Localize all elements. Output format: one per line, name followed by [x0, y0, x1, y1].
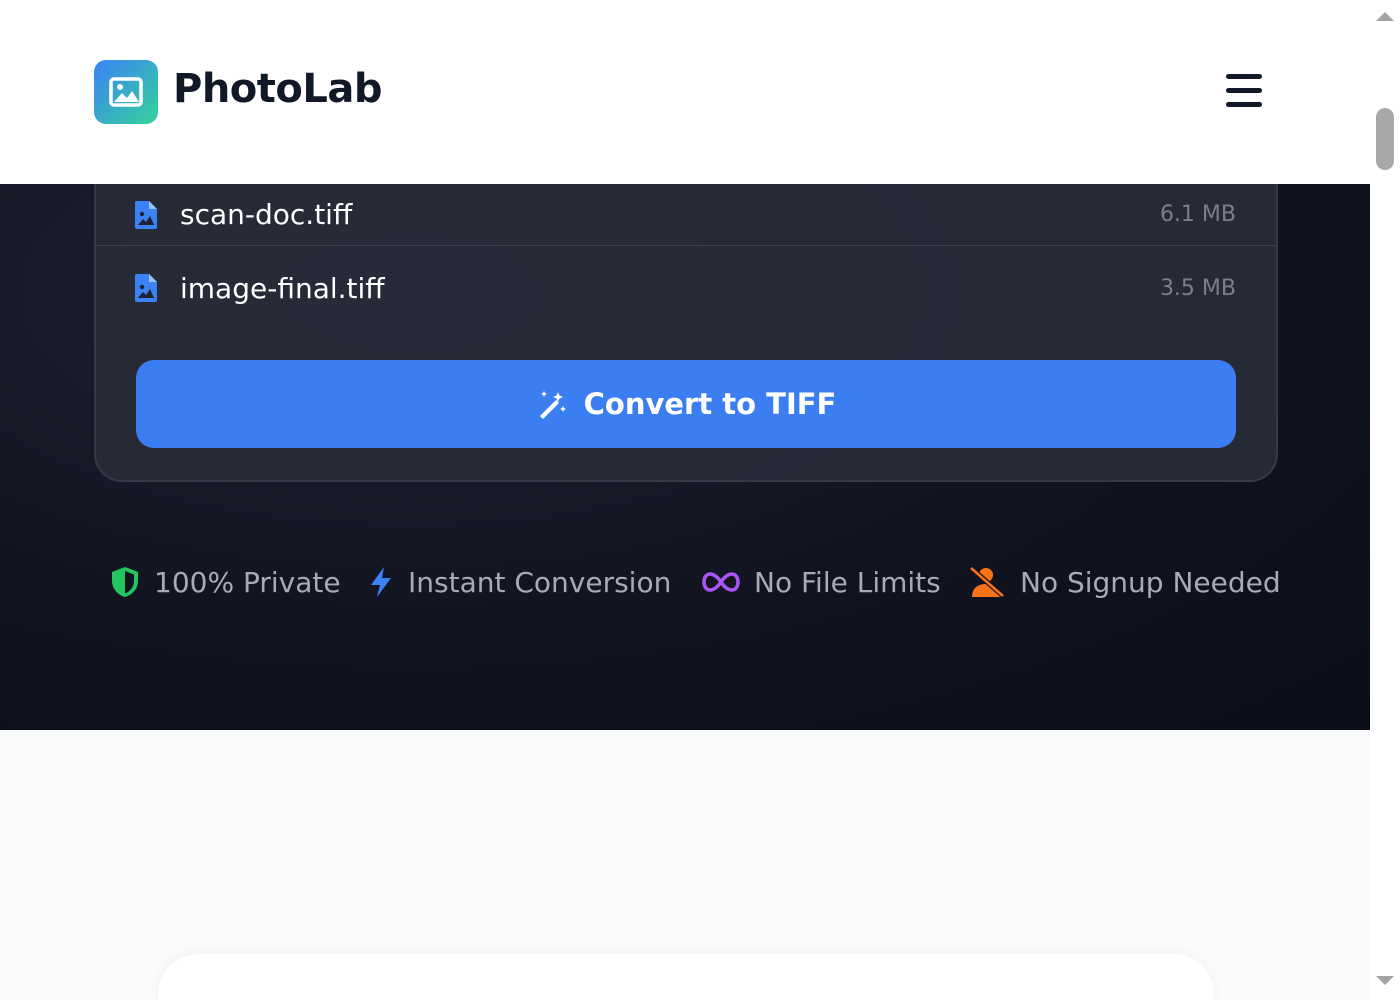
feature-private: 100% Private [110, 562, 341, 602]
file-name: scan-doc.tiff [180, 198, 353, 231]
feature-label: No Signup Needed [1020, 565, 1281, 599]
logo[interactable] [94, 60, 158, 124]
file-list-card: scan-doc.tiff 6.1 MB image-final.tiff 3.… [94, 144, 1278, 482]
hamburger-menu-icon-bar [1226, 88, 1262, 93]
feature-label: 100% Private [154, 565, 341, 599]
file-row[interactable]: scan-doc.tiff 6.1 MB [96, 184, 1276, 246]
scrollbar-thumb[interactable] [1376, 108, 1394, 170]
scroll-up-arrow-icon[interactable] [1376, 12, 1394, 21]
feature-list: 100% Private Instant Conversion No File … [0, 562, 1370, 602]
file-size: 6.1 MB [1159, 202, 1236, 227]
hamburger-menu-icon-bar [1226, 102, 1262, 107]
magic-wand-icon [539, 391, 566, 419]
scroll-down-arrow-icon[interactable] [1376, 976, 1394, 985]
feature-limits: No File Limits [702, 562, 941, 602]
brand-name[interactable]: PhotoLab [173, 66, 383, 112]
image-icon [109, 77, 143, 107]
user-slash-icon [969, 566, 1005, 598]
file-image-icon [135, 200, 157, 229]
feature-signup: No Signup Needed [968, 562, 1281, 602]
lightning-icon [371, 567, 391, 597]
hero-section: scan-doc.tiff 6.1 MB image-final.tiff 3.… [0, 144, 1370, 730]
page: PhotoLab scan-doc.tiff 6.1 MB image-fina… [0, 0, 1400, 1000]
hamburger-menu-button[interactable] [1226, 74, 1262, 108]
hamburger-menu-icon [1226, 74, 1262, 79]
convert-button[interactable]: Convert to TIFF [136, 360, 1236, 448]
feature-label: No File Limits [754, 565, 941, 599]
file-size: 3.5 MB [1159, 275, 1236, 301]
file-row[interactable]: image-final.tiff 3.5 MB [96, 247, 1276, 329]
file-image-icon [135, 274, 157, 302]
feature-label: Instant Conversion [408, 565, 672, 599]
convert-button-label: Convert to TIFF [583, 387, 837, 421]
feature-instant: Instant Conversion [368, 562, 671, 602]
site-header: PhotoLab [0, 0, 1370, 184]
content-card [158, 954, 1214, 1000]
infinity-icon [702, 572, 740, 592]
shield-icon [112, 567, 138, 597]
scrollbar[interactable] [1370, 0, 1400, 1000]
file-name: image-final.tiff [180, 271, 385, 305]
